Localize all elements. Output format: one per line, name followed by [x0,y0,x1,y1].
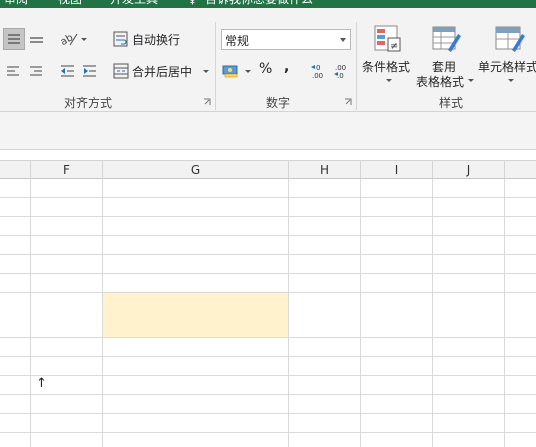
group-divider [356,22,357,110]
grid-line [0,197,536,198]
format-as-table-label-2: 表格格式 [416,75,465,89]
merge-center-button[interactable]: 合并后居中 [112,60,212,82]
column-header-h[interactable]: H [289,161,361,179]
grid-line [432,179,433,447]
grid-line [0,394,536,395]
svg-text:≠: ≠ [390,41,398,52]
format-as-table-button[interactable]: 套用 表格格式 [414,24,474,92]
number-format-dropdown[interactable]: 常规 [221,29,351,50]
increase-indent-icon [83,65,96,77]
conditional-formatting-icon: ≠ [374,25,401,52]
conditional-formatting-label: 条件格式 [362,60,411,74]
wrap-text-button[interactable]: 自动换行 [112,28,212,50]
worksheet-grid[interactable]: ↑ [0,179,536,447]
increase-decimal-icon: 0 .00 [311,64,323,80]
grid-line [0,413,536,414]
wrap-text-label: 自动换行 [132,33,181,47]
grid-line [30,179,31,447]
column-header-j[interactable]: J [433,161,505,179]
merge-center-label: 合并后居中 [132,65,193,79]
grid-line [0,356,536,357]
column-header-f[interactable]: F [31,161,103,179]
dialog-launcher-icon[interactable] [344,98,352,106]
grid-line [102,179,103,447]
align-left-button[interactable] [4,60,24,82]
alignment-group-label: 对齐方式 [64,96,113,110]
dialog-launcher-icon[interactable] [203,98,211,106]
chevron-down-icon [508,79,514,82]
chevron-down-icon [81,38,87,41]
svg-text:.00: .00 [312,72,323,80]
comma-style-button[interactable]: , [284,59,289,75]
cell-styles-label: 单元格样式 [478,60,536,74]
decrease-decimal-button[interactable]: .00 .0 [331,60,351,82]
wrap-text-icon [113,31,128,47]
increase-indent-button[interactable] [80,60,100,82]
number-group-label: 数字 [266,96,291,110]
align-left-icon [7,66,19,76]
cell-styles-icon [495,26,525,52]
grid-line [0,235,536,236]
align-right-icon [30,66,42,76]
text-orientation-icon: ab [59,32,78,48]
grid-line [0,254,536,255]
percent-style-button[interactable]: % [259,61,272,77]
grid-line [0,432,536,433]
svg-text:.00: .00 [335,64,346,72]
align-top-button[interactable] [3,28,25,50]
chevron-down-icon [386,79,392,82]
chevron-down-icon [468,79,474,82]
align-middle-icon [30,37,43,43]
chevron-down-icon [245,70,251,73]
column-header-g[interactable]: G [103,161,289,179]
align-top-icon [8,34,20,44]
decrease-indent-button[interactable] [58,60,78,82]
align-middle-button[interactable] [27,28,47,50]
conditional-formatting-button[interactable]: ≠ 条件格式 [360,24,412,92]
grid-line [504,179,505,447]
column-header-row: F G H I J [0,160,536,179]
grid-line [0,337,536,338]
tell-me-search[interactable]: 告诉我你想要做什么 [205,0,313,8]
grid-line [0,216,536,217]
grid-line [0,273,536,274]
tab-developer[interactable]: 开发工具 [110,0,158,8]
number-format-value: 常规 [225,34,250,48]
increase-decimal-button[interactable]: 0 .00 [309,60,329,82]
format-as-table-icon [432,26,461,52]
grid-line [0,292,536,293]
column-header-i[interactable]: I [361,161,433,179]
formula-bar[interactable] [0,112,536,150]
grid-line [0,375,536,376]
mouse-cursor-icon: ↑ [36,376,47,391]
tab-view[interactable]: 视图 [58,0,82,8]
ribbon-tab-bar: 审阅 视图 开发工具 ♀ 告诉我你想要做什么 [0,0,536,8]
grid-line [288,179,289,447]
cell-styles-button[interactable]: 单元格样式 [476,24,536,92]
spacer [0,150,536,160]
currency-icon [222,65,238,78]
tab-review[interactable]: 审阅 [4,0,28,8]
ribbon: ab 自动换行 合并后居中 对齐方式 常规 % , 0 .00 .00 .0 数… [0,8,536,112]
orientation-button[interactable]: ab [58,28,88,50]
column-header-k[interactable] [505,161,536,179]
decrease-decimal-icon: .00 .0 [334,64,346,80]
grid-line [360,179,361,447]
column-header-e[interactable] [0,161,31,179]
svg-text:.0: .0 [337,72,344,80]
merge-center-icon [113,63,129,79]
group-divider [215,22,216,110]
highlighted-cell[interactable] [103,293,289,337]
chevron-down-icon [340,38,346,42]
lightbulb-icon: ♀ [188,0,197,8]
decrease-indent-icon [61,65,74,77]
align-right-button[interactable] [27,60,47,82]
svg-text:0: 0 [316,64,320,72]
styles-group-label: 样式 [439,96,464,110]
chevron-down-icon[interactable] [203,70,209,73]
accounting-format-button[interactable] [221,60,253,82]
